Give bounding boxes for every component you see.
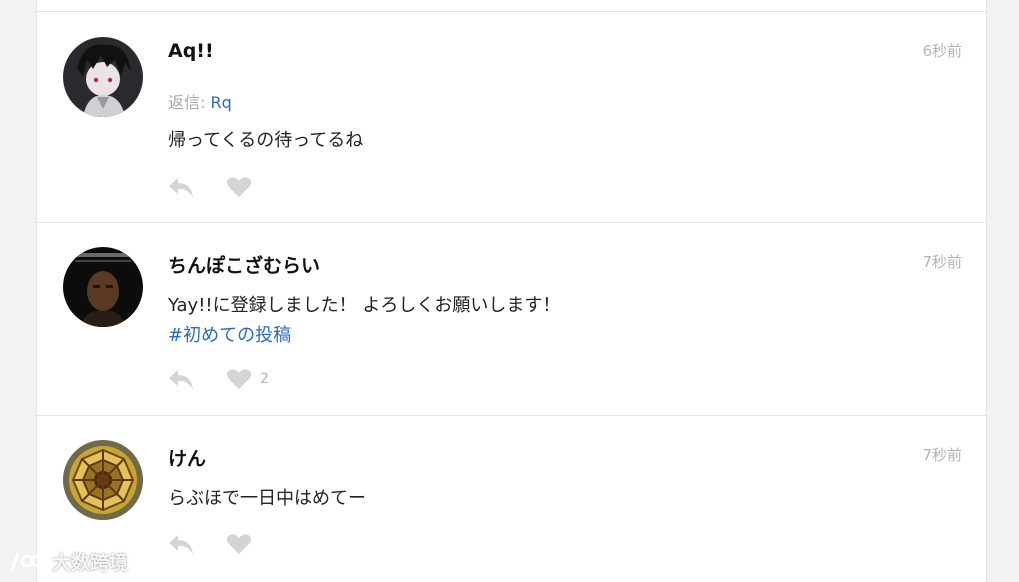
reply-arrow-icon bbox=[169, 178, 193, 197]
like-button[interactable]: 2 bbox=[226, 366, 269, 392]
watermark-text: 大数跨境 bbox=[52, 552, 129, 574]
author-name[interactable]: けん bbox=[168, 444, 206, 471]
post-text-content: 帰ってくるの待ってるね bbox=[168, 130, 364, 151]
timestamp: 7秒前 bbox=[922, 446, 962, 464]
watermark: 大数跨境 bbox=[8, 548, 128, 575]
watermark-logo-icon bbox=[10, 552, 45, 571]
reply-target-link[interactable]: Rq bbox=[210, 93, 231, 112]
avatar[interactable] bbox=[63, 440, 143, 520]
like-button[interactable] bbox=[226, 531, 260, 557]
post-text-content: Yay!!に登録しました！ よろしくお願いします！ bbox=[168, 295, 561, 316]
heart-icon bbox=[226, 177, 252, 197]
avatar[interactable] bbox=[63, 37, 143, 117]
heart-icon bbox=[226, 534, 252, 554]
post-text: 帰ってくるの待ってるね bbox=[168, 126, 363, 156]
timestamp: 6秒前 bbox=[922, 42, 962, 60]
author-name[interactable]: ちんぽこざむらい bbox=[168, 251, 320, 278]
post-item: Aq!! 6秒前 返信: Rq 帰ってくるの待ってるね bbox=[37, 12, 986, 223]
post-text: らぶほで一日中はめてー bbox=[168, 484, 366, 514]
like-button[interactable] bbox=[226, 174, 260, 200]
post-text-content: らぶほで一日中はめてー bbox=[168, 488, 366, 509]
post-item: けん 7秒前 らぶほで一日中はめてー bbox=[37, 416, 986, 582]
timestamp: 7秒前 bbox=[922, 253, 962, 271]
reply-arrow-icon bbox=[169, 535, 193, 554]
avatar[interactable] bbox=[63, 247, 143, 327]
reply-prefix: 返信: bbox=[168, 93, 211, 112]
reply-button[interactable] bbox=[168, 366, 194, 392]
reply-to-line: 返信: Rq bbox=[168, 89, 232, 113]
reply-button[interactable] bbox=[168, 531, 194, 557]
reply-arrow-icon bbox=[169, 370, 193, 389]
post-item: ちんぽこざむらい 7秒前 Yay!!に登録しました！ よろしくお願いします！ #… bbox=[37, 223, 986, 416]
like-count: 2 bbox=[260, 371, 269, 387]
hashtag-link[interactable]: #初めての投稿 bbox=[168, 321, 560, 351]
reply-button[interactable] bbox=[168, 174, 194, 200]
post-text: Yay!!に登録しました！ よろしくお願いします！ #初めての投稿 bbox=[168, 291, 560, 351]
author-name[interactable]: Aq!! bbox=[168, 40, 214, 62]
post-feed: Aq!! 6秒前 返信: Rq 帰ってくるの待ってるね ちんぽこざむらい 7秒前… bbox=[36, 0, 987, 582]
heart-icon bbox=[226, 369, 252, 389]
